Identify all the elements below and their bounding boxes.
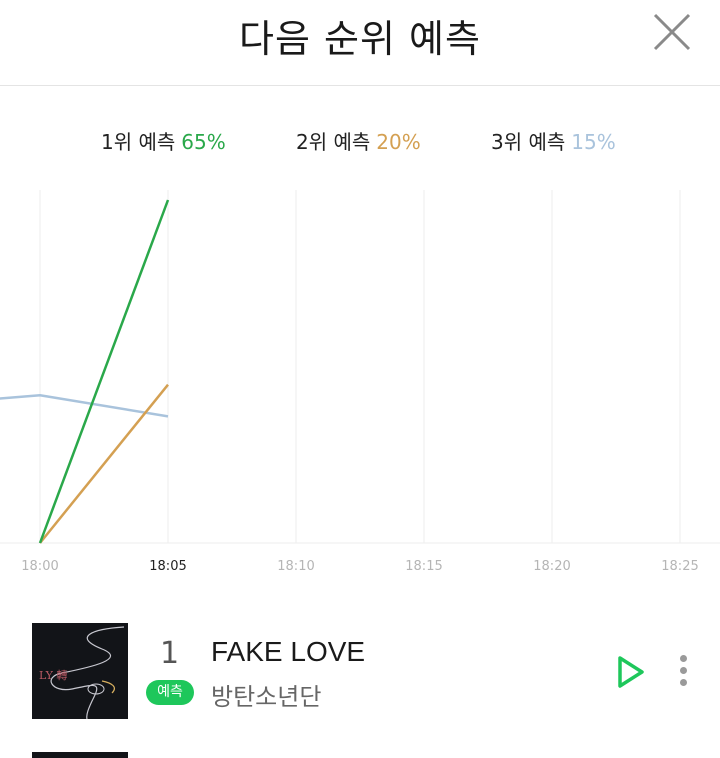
- legend-label: 2위 예측: [296, 130, 371, 154]
- close-button[interactable]: [648, 10, 696, 56]
- series-line-3: [0, 393, 169, 418]
- legend-item-rank2: 2위 예측 20%: [296, 126, 421, 155]
- album-art-text: LY 轉: [39, 669, 68, 682]
- more-dot: [679, 679, 687, 686]
- next-album-art[interactable]: [32, 752, 128, 758]
- header: 다음 순위 예측: [0, 0, 720, 86]
- page-title: 다음 순위 예측: [239, 17, 481, 61]
- close-icon: [653, 13, 691, 51]
- chart-svg: 18:00 18:05 18:10 18:15 18:20 18:25: [0, 190, 720, 574]
- x-tick-label: 18:25: [661, 559, 698, 574]
- x-tick-label: 18:20: [533, 559, 570, 574]
- more-options-button[interactable]: [672, 652, 694, 692]
- song-title[interactable]: FAKE LOVE: [211, 636, 365, 668]
- play-icon: [618, 656, 644, 688]
- series-line-2: [39, 383, 169, 544]
- legend: 1위 예측 65% 2위 예측 20% 3위 예측 15%: [0, 126, 720, 156]
- legend-label: 3위 예측: [491, 130, 566, 154]
- song-row[interactable]: LY 轉 1 예측 FAKE LOVE 방탄소년단: [0, 620, 720, 720]
- legend-label: 1위 예측: [101, 130, 176, 154]
- more-dot: [679, 655, 687, 662]
- album-art[interactable]: LY 轉: [32, 623, 128, 719]
- prediction-badge: 예측: [146, 680, 194, 705]
- x-tick-label: 18:05: [149, 559, 186, 574]
- play-button[interactable]: [612, 653, 648, 691]
- rank-number: 1: [160, 636, 180, 671]
- legend-percent: 65%: [181, 130, 226, 154]
- x-tick-label: 18:15: [405, 559, 442, 574]
- legend-percent: 20%: [376, 130, 421, 154]
- legend-percent: 15%: [571, 130, 616, 154]
- prediction-chart: 18:00 18:05 18:10 18:15 18:20 18:25: [0, 190, 720, 585]
- series-line-1: [38, 199, 170, 544]
- x-tick-label: 18:00: [21, 559, 58, 574]
- x-tick-label: 18:10: [277, 559, 314, 574]
- legend-item-rank1: 1위 예측 65%: [101, 126, 226, 155]
- legend-item-rank3: 3위 예측 15%: [491, 126, 616, 155]
- artist-name[interactable]: 방탄소년단: [211, 677, 321, 712]
- more-dot: [679, 667, 687, 674]
